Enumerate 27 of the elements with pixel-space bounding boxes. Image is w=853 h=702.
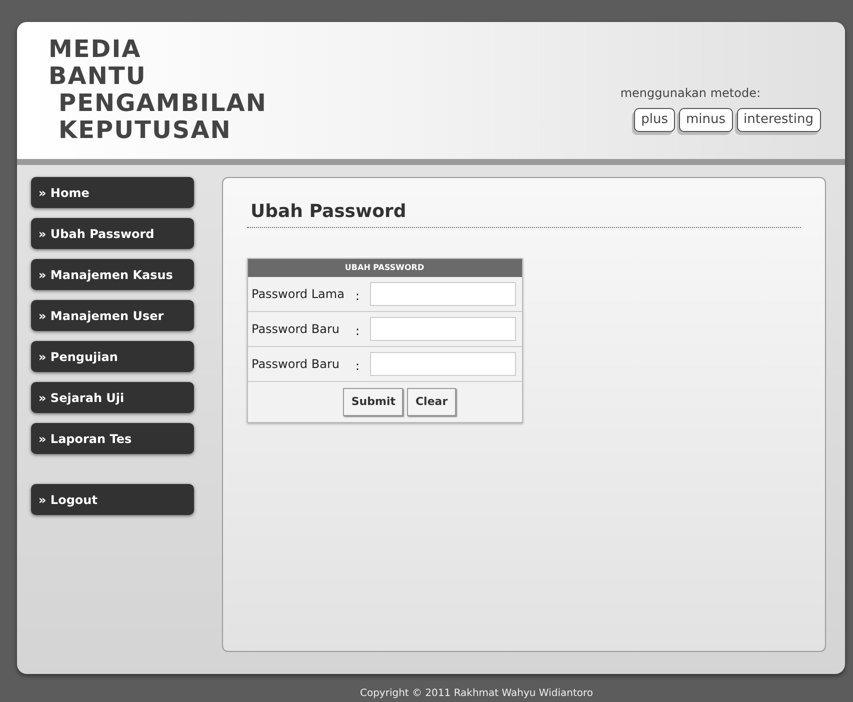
logo-text: PENGAMBILAN [58, 90, 267, 117]
nav-button[interactable]: » Ubah Password [30, 218, 194, 249]
nav-button[interactable]: » Pengujian [30, 341, 194, 372]
field-colon: : [356, 288, 361, 305]
tagline: menggunakan metode: [620, 85, 760, 102]
field-label: Password Baru [252, 356, 340, 373]
form-button[interactable]: Submit [343, 388, 404, 416]
nav-button[interactable]: » Manajemen Kasus [30, 259, 194, 290]
logo-text: MEDIA [48, 36, 142, 63]
logo-text: KEPUTUSAN [58, 117, 232, 144]
page-title: Ubah Password [250, 201, 406, 222]
password-field[interactable] [370, 317, 516, 341]
field-colon: : [356, 358, 361, 375]
password-field[interactable] [370, 352, 516, 376]
footer-copyright: Copyright © 2011 Rakhmat Wahyu Widiantoro [360, 687, 594, 701]
nav-button[interactable]: » Laporan Tes [30, 423, 194, 454]
field-label: Password Lama [252, 286, 346, 303]
form-button[interactable]: Clear [407, 388, 456, 416]
form-header: UBAH PASSWORD [248, 259, 522, 277]
logo-text: BANTU [48, 63, 148, 90]
nav-button[interactable]: » Home [30, 177, 194, 208]
field-label: Password Baru [252, 321, 340, 338]
nav-button[interactable]: » Manajemen User [30, 300, 194, 331]
password-field[interactable] [370, 282, 516, 306]
field-colon: : [356, 323, 361, 340]
logout-button[interactable]: » Logout [30, 484, 194, 515]
nav-button[interactable]: » Sejarah Uji [30, 382, 194, 413]
